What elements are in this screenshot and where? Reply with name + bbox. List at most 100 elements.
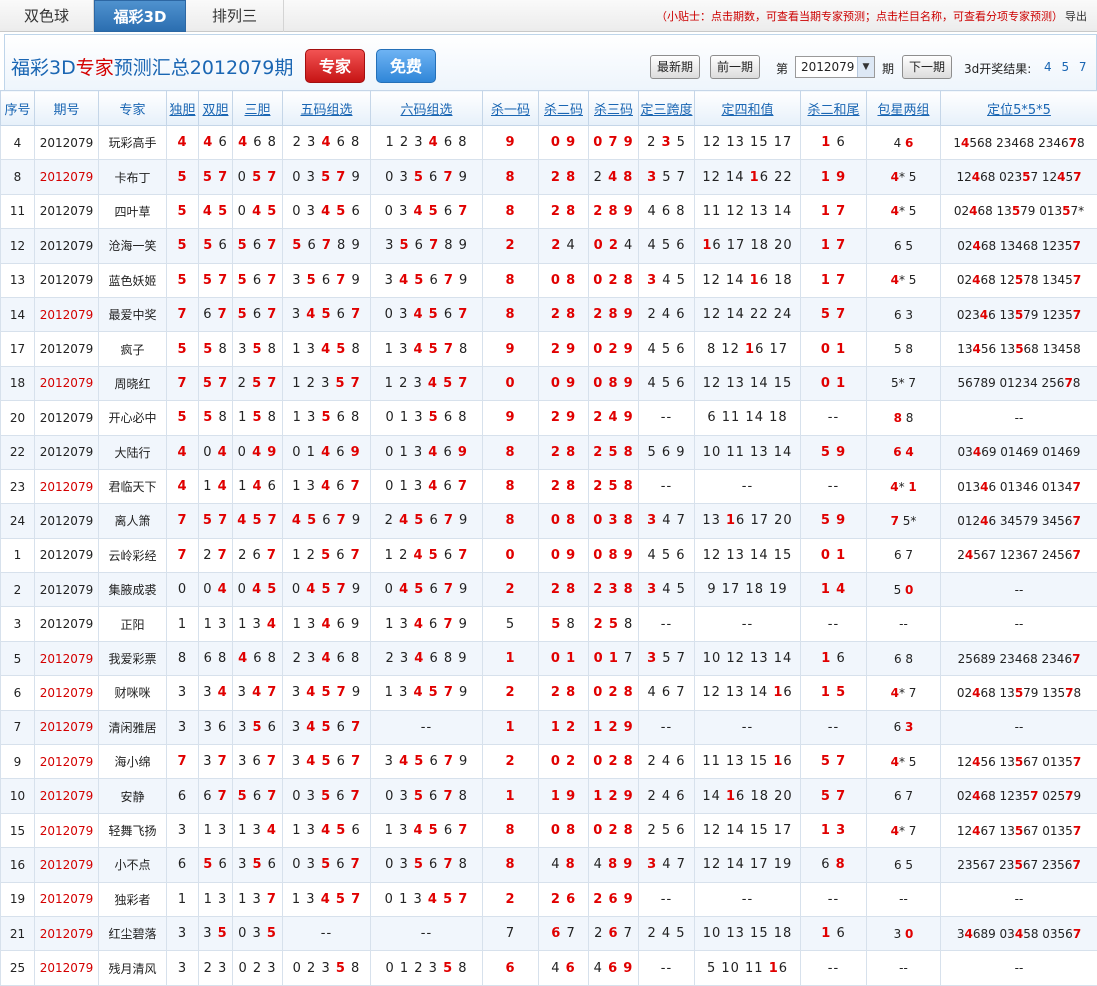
cell-issue-link[interactable]: 2012079 (34, 812, 99, 849)
issue-select[interactable]: 2012079 ▼ (795, 56, 875, 78)
cell-expert-name[interactable]: 最爱中奖 (98, 296, 167, 333)
hit-digit: 5 (292, 238, 303, 254)
column-header-14[interactable]: 包星两组 (866, 90, 941, 126)
cell-issue-link[interactable]: 2012079 (34, 881, 99, 917)
cell-issue-link[interactable]: 2012079 (34, 159, 99, 195)
cell-expert-name[interactable]: 红尘碧落 (98, 915, 167, 952)
cell-expert-name[interactable]: 君临天下 (98, 468, 167, 505)
hit-digit: 7 (1072, 823, 1082, 838)
cell-expert-name[interactable]: 清闲雅居 (98, 709, 167, 746)
table-row: 1 2012079 云岭彩经 7 2 72 6 71 2 5 6 71 2 4 5 6 … (0, 537, 1097, 574)
column-header-11[interactable]: 定三跨度 (638, 90, 695, 126)
cell-15: -- (940, 950, 1097, 986)
column-header-4[interactable]: 双胆 (198, 90, 233, 126)
hit-digit: 7 (267, 685, 278, 701)
cell-issue-link[interactable]: 2012079 (34, 778, 99, 814)
cell-expert-name[interactable]: 残月清风 (98, 950, 167, 986)
cell-seq: 21 (0, 915, 35, 952)
cell-expert-name[interactable]: 卡布丁 (98, 159, 167, 195)
column-header-13[interactable]: 杀二和尾 (800, 90, 867, 126)
cell-issue-link[interactable]: 2012079 (34, 537, 99, 574)
column-header-10[interactable]: 杀三码 (588, 90, 639, 126)
column-header-15[interactable]: 定位5*5*5 (940, 90, 1097, 126)
cell-issue-link[interactable]: 2012079 (34, 572, 99, 608)
cell-issue-link[interactable]: 2012079 (34, 503, 99, 539)
column-header-5[interactable]: 三胆 (232, 90, 283, 126)
column-header-7[interactable]: 六码组选 (370, 90, 483, 126)
cell-issue-link[interactable]: 2012079 (34, 744, 99, 780)
tab-pl3[interactable]: 排列三 (186, 0, 284, 32)
cell-expert-name[interactable]: 玩彩高手 (98, 124, 167, 161)
hit-digit: 7 (836, 754, 847, 770)
free-button[interactable]: 免费 (376, 49, 436, 83)
cell-issue-link[interactable]: 2012079 (34, 915, 99, 952)
cell-expert-name[interactable]: 财咪咪 (98, 675, 167, 711)
hit-digit: 3 (647, 513, 658, 529)
cell-expert-name[interactable]: 海小绵 (98, 744, 167, 780)
hit-digit: 7 (458, 891, 469, 907)
cell-issue-link[interactable]: 2012079 (34, 331, 99, 367)
hit-digit: 5 (820, 444, 831, 460)
cell-expert-name[interactable]: 轻舞飞扬 (98, 812, 167, 849)
cell-expert-name[interactable]: 开心必中 (98, 400, 167, 436)
cell-expert-name[interactable]: 沧海一笑 (98, 228, 167, 264)
export-link[interactable]: 导出 (1065, 10, 1087, 23)
cell-issue-link[interactable]: 2012079 (34, 709, 99, 746)
cell-issue-link[interactable]: 2012079 (34, 400, 99, 436)
cell-expert-name[interactable]: 安静 (98, 778, 167, 814)
cell-issue-link[interactable]: 2012079 (34, 262, 99, 298)
cell-issue-link[interactable]: 2012079 (34, 193, 99, 230)
cell-issue-link[interactable]: 2012079 (34, 675, 99, 711)
column-header-8[interactable]: 杀一码 (482, 90, 539, 126)
cell-issue-link[interactable]: 2012079 (34, 124, 99, 161)
cell-expert-name[interactable]: 离人箫 (98, 503, 167, 539)
cell-9: 4 6 (538, 950, 589, 986)
hit-digit: 5 (217, 926, 228, 942)
cell-8: 2 (482, 744, 539, 780)
cell-issue-link[interactable]: 2012079 (34, 434, 99, 470)
cell-6: 0 4 5 7 9 (282, 572, 371, 608)
next-issue-button[interactable]: 下一期 (902, 55, 953, 79)
cell-9: 0 2 (538, 744, 589, 780)
cell-issue-link[interactable]: 2012079 (34, 606, 99, 642)
tab-ssq[interactable]: 双色球 (0, 0, 94, 32)
column-header-6[interactable]: 五码组选 (282, 90, 371, 126)
cell-issue-link[interactable]: 2012079 (34, 228, 99, 264)
expert-button[interactable]: 专家 (305, 49, 365, 83)
column-header-3[interactable]: 独胆 (166, 90, 199, 126)
cell-6: 1 3 4 6 7 (282, 468, 371, 505)
cell-issue-link[interactable]: 2012079 (34, 365, 99, 402)
tab-fc3d[interactable]: 福彩3D (94, 0, 186, 32)
cell-expert-name[interactable]: 四叶草 (98, 193, 167, 230)
hit-digit: 4 (979, 307, 989, 322)
column-header-12[interactable]: 定四和值 (694, 90, 801, 126)
cell-expert-name[interactable]: 我爱彩票 (98, 640, 167, 677)
cell-13: -- (800, 468, 867, 505)
cell-expert-name[interactable]: 蓝色妖姬 (98, 262, 167, 298)
hit-digit: 4 (890, 170, 899, 185)
cell-9: 4 8 (538, 847, 589, 883)
cell-issue-link[interactable]: 2012079 (34, 847, 99, 883)
hit-digit: 0 (593, 685, 604, 701)
cell-expert-name[interactable]: 疯子 (98, 331, 167, 367)
column-header-9[interactable]: 杀二码 (538, 90, 589, 126)
cell-expert-name[interactable]: 周晓红 (98, 365, 167, 402)
cell-6: 1 2 3 5 7 (282, 365, 371, 402)
cell-expert-name[interactable]: 小不点 (98, 847, 167, 883)
cell-10: 0 3 8 (588, 503, 639, 539)
cell-issue-link[interactable]: 2012079 (34, 640, 99, 677)
cell-issue-link[interactable]: 2012079 (34, 296, 99, 333)
cell-5: 1 3 4 (232, 812, 283, 849)
cell-issue-link[interactable]: 2012079 (34, 468, 99, 505)
cell-expert-name[interactable]: 正阳 (98, 606, 167, 642)
cell-expert-name[interactable]: 独彩者 (98, 881, 167, 917)
table-row: 25 2012079 残月清风 3 2 30 2 30 2 3 5 80 1 2 3 5… (0, 950, 1097, 986)
cell-expert-name[interactable]: 大陆行 (98, 434, 167, 470)
cell-expert-name[interactable]: 云岭彩经 (98, 537, 167, 574)
latest-issue-button[interactable]: 最新期 (650, 55, 701, 79)
cell-12: 12 14 15 17 (694, 812, 801, 849)
cell-expert-name[interactable]: 集腋成裘 (98, 572, 167, 608)
prev-issue-button[interactable]: 前一期 (710, 55, 761, 79)
cell-issue-link[interactable]: 2012079 (34, 950, 99, 986)
hit-digit: 0 (593, 513, 604, 529)
